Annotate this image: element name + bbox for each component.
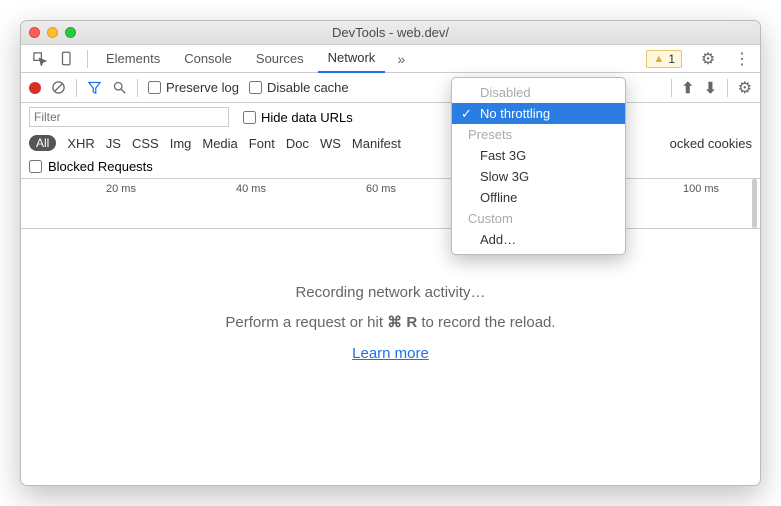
separator (137, 79, 138, 97)
filter-icon[interactable] (87, 80, 102, 95)
timeline-scrollbar[interactable] (752, 179, 757, 228)
preserve-log-input[interactable] (148, 81, 161, 94)
device-toolbar-icon[interactable] (55, 51, 79, 66)
filter-row: Hide data URLs (21, 103, 760, 131)
type-font[interactable]: Font (249, 136, 275, 151)
empty-instruction: Perform a request or hit ⌘ R to record t… (21, 313, 760, 331)
timeline-tick: 40 ms (236, 183, 266, 195)
hide-data-urls-label: Hide data URLs (261, 110, 353, 125)
throttling-disabled: Disabled (452, 82, 625, 103)
empty-state: Recording network activity… Perform a re… (21, 229, 760, 362)
hide-data-urls-checkbox[interactable]: Hide data URLs (243, 110, 353, 125)
timeline-tick: 20 ms (106, 183, 136, 195)
network-toolbar: Preserve log Disable cache ⬆ ⬇ ⚙ (21, 73, 760, 103)
timeline-tick: 60 ms (366, 183, 396, 195)
download-har-icon[interactable]: ⬇ (704, 79, 717, 97)
upload-har-icon[interactable]: ⬆ (682, 79, 695, 97)
separator (671, 79, 672, 97)
disable-cache-checkbox[interactable]: Disable cache (249, 80, 349, 95)
tab-console[interactable]: Console (174, 45, 242, 73)
throttling-slow-3g[interactable]: Slow 3G (452, 166, 625, 187)
throttling-dropdown: Disabled No throttling Presets Fast 3G S… (451, 77, 626, 255)
warning-icon: ▲ (653, 53, 664, 65)
search-icon[interactable] (112, 80, 127, 95)
separator (87, 50, 88, 68)
timeline-tick: 100 ms (683, 183, 719, 195)
panel-tabs: Elements Console Sources Network » ▲ 1 ⚙… (21, 45, 760, 73)
tab-network[interactable]: Network (318, 45, 386, 73)
warnings-badge[interactable]: ▲ 1 (646, 50, 682, 68)
request-type-filters: All XHR JS CSS Img Media Font Doc WS Man… (21, 131, 760, 155)
type-media[interactable]: Media (202, 136, 237, 151)
clear-icon[interactable] (51, 80, 66, 95)
keyboard-shortcut: ⌘ R (387, 314, 417, 331)
titlebar: DevTools - web.dev/ (21, 21, 760, 45)
type-ws[interactable]: WS (320, 136, 341, 151)
type-manifest[interactable]: Manifest (352, 136, 401, 151)
timeline-overview[interactable]: 20 ms 40 ms 60 ms 100 ms (21, 179, 760, 229)
devtools-window: DevTools - web.dev/ Elements Console Sou… (20, 20, 761, 486)
settings-icon[interactable]: ⚙ (696, 49, 720, 69)
type-img[interactable]: Img (170, 136, 192, 151)
throttling-add[interactable]: Add… (452, 229, 625, 250)
learn-more-link[interactable]: Learn more (352, 345, 429, 362)
type-all[interactable]: All (29, 135, 56, 151)
preserve-log-checkbox[interactable]: Preserve log (148, 80, 239, 95)
more-tabs-icon[interactable]: » (389, 51, 413, 67)
throttling-presets-header: Presets (452, 124, 625, 145)
record-button[interactable] (29, 82, 41, 94)
type-doc[interactable]: Doc (286, 136, 309, 151)
blocked-requests-checkbox[interactable] (29, 160, 42, 173)
disable-cache-input[interactable] (249, 81, 262, 94)
separator (727, 79, 728, 97)
inspect-element-icon[interactable] (27, 51, 51, 66)
disable-cache-label: Disable cache (267, 80, 349, 95)
warning-count: 1 (668, 52, 675, 66)
empty-title: Recording network activity… (21, 284, 760, 301)
type-js[interactable]: JS (106, 136, 121, 151)
hide-data-urls-input[interactable] (243, 111, 256, 124)
throttling-fast-3g[interactable]: Fast 3G (452, 145, 625, 166)
type-css[interactable]: CSS (132, 136, 159, 151)
tab-sources[interactable]: Sources (246, 45, 314, 73)
preserve-log-label: Preserve log (166, 80, 239, 95)
throttling-custom-header: Custom (452, 208, 625, 229)
blocked-requests-label: Blocked Requests (48, 159, 153, 174)
separator (76, 79, 77, 97)
blocked-requests-row: Blocked Requests (21, 155, 760, 179)
type-xhr[interactable]: XHR (67, 136, 94, 151)
tab-elements[interactable]: Elements (96, 45, 170, 73)
window-title: DevTools - web.dev/ (21, 25, 760, 40)
more-menu-icon[interactable]: ⋮ (730, 49, 754, 69)
network-settings-icon[interactable]: ⚙ (738, 78, 752, 98)
throttling-offline[interactable]: Offline (452, 187, 625, 208)
blocked-cookies-label-partial: ocked cookies (670, 136, 752, 151)
throttling-no-throttling[interactable]: No throttling (452, 103, 625, 124)
filter-input[interactable] (29, 107, 229, 127)
